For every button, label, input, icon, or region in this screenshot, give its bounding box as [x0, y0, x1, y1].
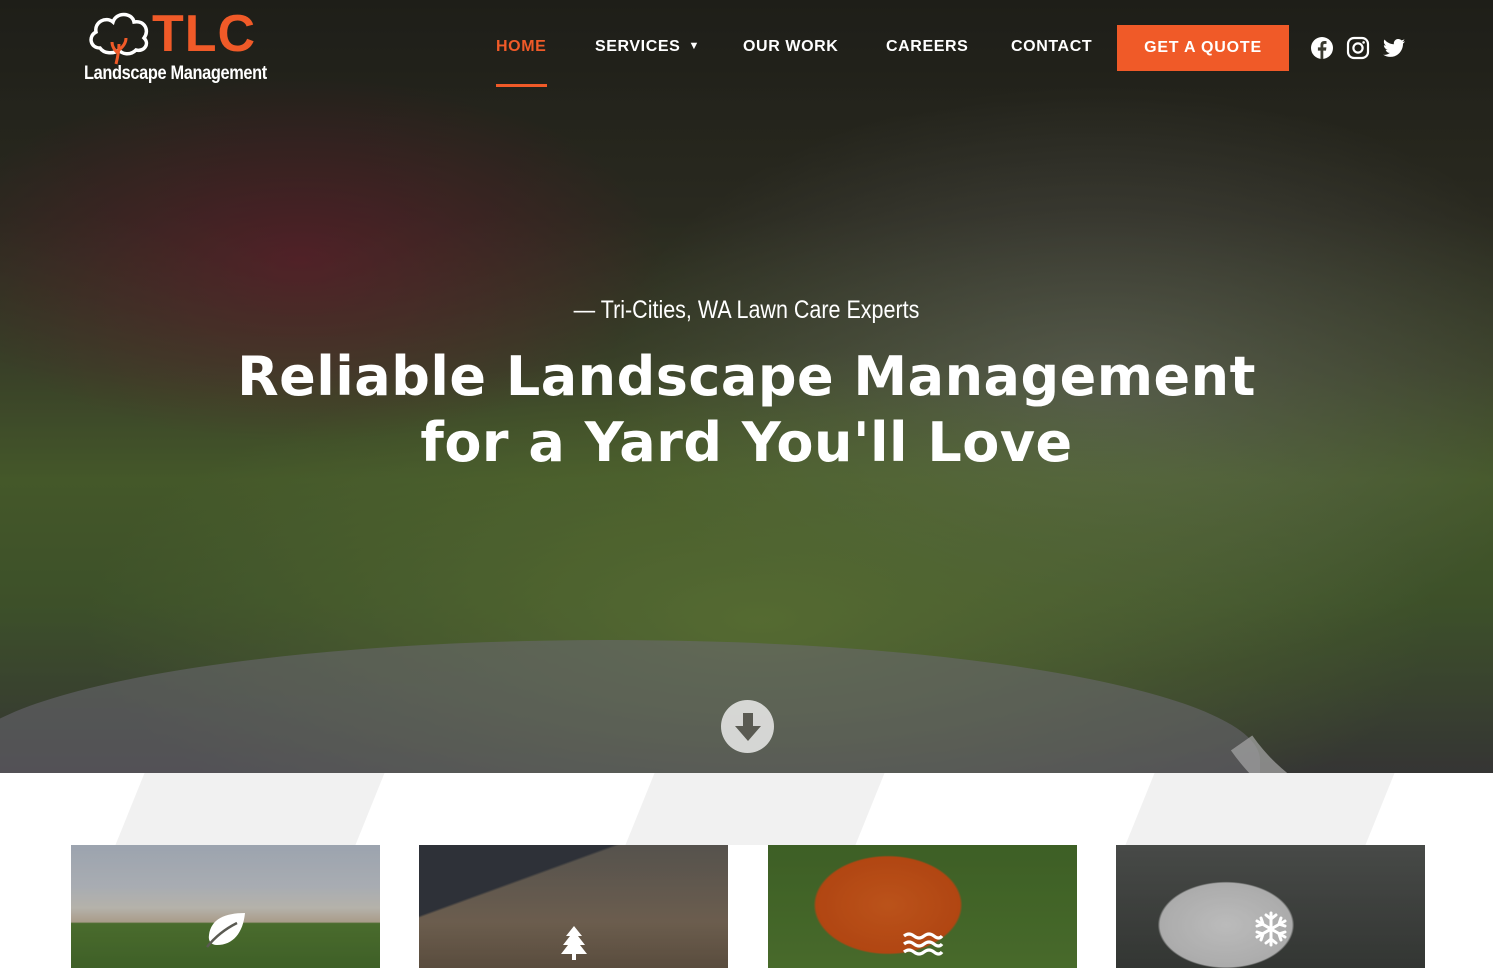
leaf-icon	[205, 913, 245, 948]
nav-services-label: SERVICES	[595, 38, 681, 55]
service-card-snow[interactable]	[1116, 845, 1425, 968]
hero-headline-line-1: Reliable Landscape Management	[237, 345, 1256, 408]
nav-services[interactable]: SERVICES ▼	[595, 38, 700, 56]
nav-our-work[interactable]: OUR WORK	[743, 38, 838, 56]
bg-stripe	[115, 773, 385, 845]
service-card-lawn[interactable]	[71, 845, 380, 968]
services-section	[0, 773, 1493, 968]
caret-down-icon: ▼	[688, 40, 700, 52]
bg-stripe	[625, 773, 885, 845]
nav-contact[interactable]: CONTACT	[1011, 38, 1092, 56]
hero-headline-line-2: for a Yard You'll Love	[420, 411, 1073, 474]
arrow-down-icon	[734, 712, 761, 741]
twitter-icon[interactable]	[1382, 36, 1406, 60]
tree-icon	[560, 926, 587, 960]
instagram-icon[interactable]	[1346, 36, 1370, 60]
bg-stripe	[1125, 773, 1395, 845]
nav-active-indicator	[496, 84, 547, 87]
nav-careers[interactable]: CAREERS	[886, 38, 968, 56]
logo-wordmark: TLC	[152, 5, 257, 63]
hero-tagline: — Tri-Cities, WA Lawn Care Experts	[573, 296, 920, 324]
facebook-icon[interactable]	[1310, 36, 1334, 60]
water-icon	[902, 932, 943, 956]
nav-home[interactable]: HOME	[496, 38, 546, 56]
service-card-irrigation[interactable]	[768, 845, 1077, 968]
card-overlay	[71, 845, 380, 968]
logo-subtitle: Landscape Management	[84, 63, 267, 84]
tree-cloud-logo-icon	[89, 12, 149, 65]
snowflake-icon	[1255, 911, 1286, 947]
hero-headline: Reliable Landscape Management for a Yard…	[0, 344, 1493, 476]
scroll-down-button[interactable]	[721, 700, 774, 753]
site-logo[interactable]: TLC Landscape Management	[84, 5, 267, 90]
hero-section: TLC Landscape Management HOME SERVICES ▼ …	[0, 0, 1493, 773]
card-overlay	[1116, 845, 1425, 968]
service-card-trees[interactable]	[419, 845, 728, 968]
get-quote-button[interactable]: GET A QUOTE	[1117, 25, 1289, 71]
